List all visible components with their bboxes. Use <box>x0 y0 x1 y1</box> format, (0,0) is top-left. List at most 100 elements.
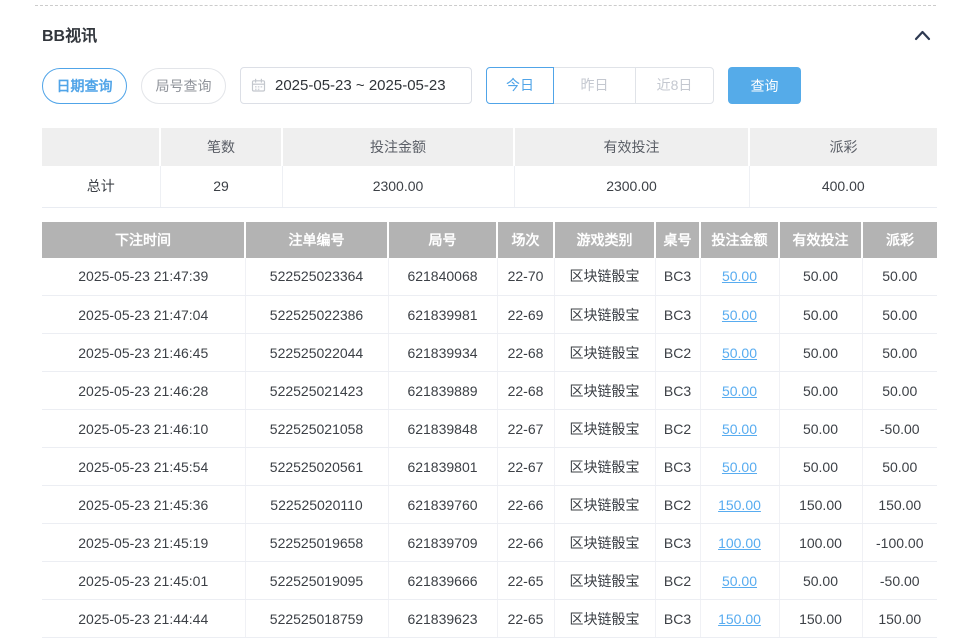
cell-round-no: 621839666 <box>388 562 497 600</box>
cell-round-no: 621839760 <box>388 486 497 524</box>
cell-payout: 150.00 <box>862 600 937 638</box>
cell-bet-amount: 50.00 <box>700 410 779 448</box>
cell-round-no: 621839623 <box>388 600 497 638</box>
cell-payout: 50.00 <box>862 372 937 410</box>
cell-round-no: 621839848 <box>388 410 497 448</box>
cell-valid-bet: 50.00 <box>779 410 862 448</box>
cell-bet-time: 2025-05-23 21:45:54 <box>42 448 245 486</box>
cell-bet-time: 2025-05-23 21:46:10 <box>42 410 245 448</box>
bet-amount-link[interactable]: 50.00 <box>722 307 757 323</box>
bet-amount-link[interactable]: 50.00 <box>722 573 757 589</box>
cell-bet-amount: 50.00 <box>700 296 779 334</box>
table-row: 2025-05-23 21:45:54522525020561621839801… <box>42 448 937 486</box>
table-row: 2025-05-23 21:45:01522525019095621839666… <box>42 562 937 600</box>
cell-bet-amount: 50.00 <box>700 562 779 600</box>
cell-payout: 50.00 <box>862 334 937 372</box>
cell-payout: 150.00 <box>862 486 937 524</box>
cell-table-no: BC2 <box>655 562 700 600</box>
bets-header-bet-amount: 投注金额 <box>700 222 779 258</box>
cell-order-no: 522525021423 <box>245 372 388 410</box>
bet-amount-link[interactable]: 50.00 <box>722 268 757 284</box>
cell-session: 22-65 <box>497 600 554 638</box>
cell-game-type: 区块链骰宝 <box>554 296 655 334</box>
cell-order-no: 522525021058 <box>245 410 388 448</box>
date-range-value: 2025-05-23 ~ 2025-05-23 <box>275 77 446 94</box>
summary-header-row: 笔数 投注金额 有效投注 派彩 <box>42 128 937 166</box>
bet-amount-link[interactable]: 150.00 <box>718 611 761 627</box>
collapse-panel-button[interactable] <box>912 28 932 44</box>
summary-total-label: 总计 <box>42 166 160 207</box>
cell-game-type: 区块链骰宝 <box>554 448 655 486</box>
filter-toolbar: 日期查询 局号查询 2025-05-23 ~ 2025-05-23 今日 <box>42 67 937 104</box>
cell-session: 22-66 <box>497 486 554 524</box>
cell-order-no: 522525020110 <box>245 486 388 524</box>
cell-valid-bet: 50.00 <box>779 296 862 334</box>
cell-session: 22-68 <box>497 372 554 410</box>
cell-bet-time: 2025-05-23 21:46:28 <box>42 372 245 410</box>
summary-total-payout: 400.00 <box>749 166 937 207</box>
bets-header-round-no: 局号 <box>388 222 497 258</box>
cell-round-no: 621840068 <box>388 258 497 296</box>
cell-bet-amount: 50.00 <box>700 372 779 410</box>
cell-order-no: 522525019658 <box>245 524 388 562</box>
summary-total-valid-bet: 2300.00 <box>514 166 749 207</box>
cell-bet-amount: 50.00 <box>700 448 779 486</box>
quick-range-today-button[interactable]: 今日 <box>486 67 554 104</box>
table-row: 2025-05-23 21:46:10522525021058621839848… <box>42 410 937 448</box>
cell-valid-bet: 100.00 <box>779 524 862 562</box>
table-row: 2025-05-23 21:47:04522525022386621839981… <box>42 296 937 334</box>
summary-header-blank <box>42 128 160 166</box>
bet-amount-link[interactable]: 50.00 <box>722 383 757 399</box>
cell-game-type: 区块链骰宝 <box>554 410 655 448</box>
cell-bet-time: 2025-05-23 21:45:36 <box>42 486 245 524</box>
summary-header-count: 笔数 <box>160 128 282 166</box>
search-button[interactable]: 查询 <box>728 67 801 104</box>
bets-header-game-type: 游戏类别 <box>554 222 655 258</box>
cell-order-no: 522525019095 <box>245 562 388 600</box>
bet-amount-link[interactable]: 100.00 <box>718 535 761 551</box>
bets-header-order-no: 注单编号 <box>245 222 388 258</box>
bets-header-bet-time: 下注时间 <box>42 222 245 258</box>
bet-amount-link[interactable]: 150.00 <box>718 497 761 513</box>
table-row: 2025-05-23 21:45:36522525020110621839760… <box>42 486 937 524</box>
cell-game-type: 区块链骰宝 <box>554 524 655 562</box>
cell-round-no: 621839981 <box>388 296 497 334</box>
cell-valid-bet: 50.00 <box>779 258 862 296</box>
cell-order-no: 522525023364 <box>245 258 388 296</box>
cell-table-no: BC3 <box>655 258 700 296</box>
bet-amount-link[interactable]: 50.00 <box>722 421 757 437</box>
query-mode-date-button[interactable]: 日期查询 <box>42 68 127 104</box>
bets-table-body: 2025-05-23 21:47:39522525023364621840068… <box>42 258 937 638</box>
cell-table-no: BC3 <box>655 296 700 334</box>
bb-video-panel: BB视讯 日期查询 局号查询 2025-05-23 ~ 2025-05-23 <box>42 0 937 638</box>
summary-total-bet-amount: 2300.00 <box>282 166 514 207</box>
quick-range-last8days-button[interactable]: 近8日 <box>635 67 714 104</box>
table-row: 2025-05-23 21:45:19522525019658621839709… <box>42 524 937 562</box>
cell-bet-amount: 50.00 <box>700 334 779 372</box>
cell-valid-bet: 150.00 <box>779 600 862 638</box>
quick-range-yesterday-button[interactable]: 昨日 <box>553 67 636 104</box>
cell-bet-time: 2025-05-23 21:47:04 <box>42 296 245 334</box>
cell-table-no: BC3 <box>655 600 700 638</box>
cell-session: 22-66 <box>497 524 554 562</box>
calendar-icon <box>251 78 266 93</box>
cell-session: 22-69 <box>497 296 554 334</box>
bet-amount-link[interactable]: 50.00 <box>722 345 757 361</box>
cell-order-no: 522525018759 <box>245 600 388 638</box>
cell-bet-time: 2025-05-23 21:46:45 <box>42 334 245 372</box>
table-row: 2025-05-23 21:46:28522525021423621839889… <box>42 372 937 410</box>
summary-header-payout: 派彩 <box>749 128 937 166</box>
cell-bet-amount: 150.00 <box>700 600 779 638</box>
query-mode-round-button[interactable]: 局号查询 <box>141 68 226 104</box>
cell-payout: 50.00 <box>862 258 937 296</box>
date-range-input[interactable]: 2025-05-23 ~ 2025-05-23 <box>240 67 472 104</box>
cell-table-no: BC3 <box>655 524 700 562</box>
cell-round-no: 621839801 <box>388 448 497 486</box>
cell-game-type: 区块链骰宝 <box>554 372 655 410</box>
cell-payout: -50.00 <box>862 562 937 600</box>
cell-game-type: 区块链骰宝 <box>554 258 655 296</box>
cell-table-no: BC2 <box>655 334 700 372</box>
summary-total-count: 29 <box>160 166 282 207</box>
bet-amount-link[interactable]: 50.00 <box>722 459 757 475</box>
cell-round-no: 621839889 <box>388 372 497 410</box>
